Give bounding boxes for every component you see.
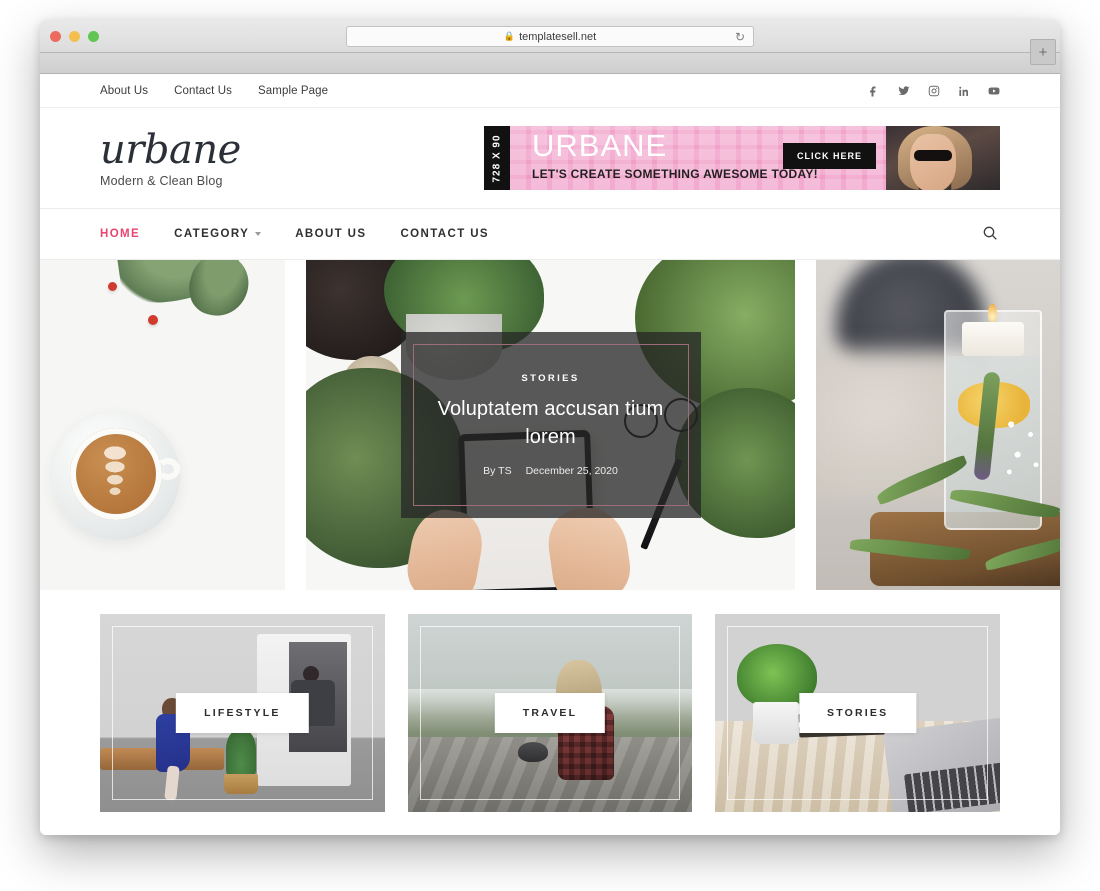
hero-post-date: December 25, 2020 [525, 465, 618, 477]
browser-titlebar: 🔒 templatesell.net ↻ [40, 20, 1060, 53]
hero-overlay[interactable]: STORIES Voluptatem accusan tium lorem By… [400, 332, 701, 518]
hero-post-author: By TS [483, 465, 512, 477]
youtube-icon[interactable] [988, 84, 1000, 97]
ad-size-text: 728 X 90 [491, 133, 503, 183]
window-controls[interactable] [50, 31, 99, 42]
hero-post-meta: By TS December 25, 2020 [483, 465, 618, 477]
main-navigation: HOME CATEGORY ABOUT US CONTACT US [40, 208, 1060, 260]
url-text: templatesell.net [519, 30, 597, 43]
nav-item-home-label: HOME [100, 228, 141, 240]
brand-name: urbane [100, 126, 241, 173]
zoom-window-button[interactable] [88, 31, 99, 42]
floating-candle [961, 322, 1024, 356]
brand-tagline: Modern & Clean Blog [100, 173, 223, 188]
coffee-flatlay-image [40, 260, 285, 590]
hero-image-left[interactable] [40, 260, 285, 590]
basket-pot [224, 774, 258, 794]
topbar-link-contact-us[interactable]: Contact Us [174, 85, 232, 97]
ad-subtitle: LET'S CREATE SOMETHING AWESOME TODAY! [532, 167, 818, 181]
category-badge-travel[interactable]: TRAVEL [494, 693, 606, 733]
ad-cta-button[interactable]: CLICK HERE [782, 143, 876, 169]
person-legs [164, 765, 180, 801]
berry [148, 315, 158, 325]
topbar-links: About Us Contact Us Sample Page [100, 85, 328, 97]
hero-row: STORIES Voluptatem accusan tium lorem By… [40, 260, 1060, 590]
new-tab-button[interactable]: + [1030, 39, 1056, 65]
ad-model-face [910, 134, 956, 190]
category-badge-lifestyle[interactable]: LIFESTYLE [176, 693, 309, 733]
nav-item-about-us-label: ABOUT US [295, 228, 367, 240]
nav-item-home[interactable]: HOME [100, 228, 140, 240]
nav-item-contact-us-label: CONTACT US [400, 228, 489, 240]
hat [517, 742, 548, 762]
topbar-link-about-us[interactable]: About Us [100, 85, 148, 97]
hero-category-label[interactable]: STORIES [521, 373, 579, 384]
category-card-travel[interactable]: TRAVEL [407, 614, 693, 812]
latte-art [92, 446, 138, 504]
sunglasses-icon [914, 150, 952, 161]
site-topbar: About Us Contact Us Sample Page [40, 74, 1060, 108]
search-icon[interactable] [982, 225, 1000, 243]
chevron-down-icon [255, 232, 262, 236]
hero-post-title[interactable]: Voluptatem accusan tium lorem [426, 395, 676, 451]
berry [108, 282, 117, 291]
lock-icon: 🔒 [503, 31, 516, 41]
nav-list: HOME CATEGORY ABOUT US CONTACT US [100, 228, 489, 240]
site-masthead: urbane Modern & Clean Blog 728 X 90 URBA… [40, 108, 1060, 208]
address-bar[interactable]: 🔒 templatesell.net ↻ [346, 26, 754, 47]
hero-image-right[interactable] [815, 260, 1060, 590]
category-card-lifestyle[interactable]: LIFESTYLE [100, 614, 385, 812]
category-row: LIFESTYLE TRAVEL STORIES [100, 614, 1001, 812]
viewport-fade [40, 827, 1060, 835]
page-viewport: About Us Contact Us Sample Page urbane M… [40, 74, 1060, 835]
cactus-plant [226, 730, 256, 778]
instagram-icon[interactable] [928, 84, 940, 97]
rock-ledge [407, 736, 693, 812]
nav-item-about-us[interactable]: ABOUT US [295, 228, 366, 240]
linkedin-icon[interactable] [958, 84, 970, 97]
site-brand[interactable]: urbane Modern & Clean Blog [100, 129, 430, 188]
category-badge-stories[interactable]: STORIES [799, 693, 917, 733]
browser-tabstrip: + [40, 39, 1060, 74]
topbar-link-sample-page[interactable]: Sample Page [258, 85, 328, 97]
reload-icon[interactable]: ↻ [735, 30, 745, 45]
facebook-icon[interactable] [868, 84, 880, 97]
ad-banner[interactable]: 728 X 90 URBANE LET'S CREATE SOMETHING A… [484, 126, 1000, 190]
ad-title: URBANE [532, 128, 668, 163]
close-window-button[interactable] [50, 31, 61, 42]
cup-handle [156, 458, 180, 480]
flame-icon [987, 304, 997, 322]
nav-item-contact-us[interactable]: CONTACT US [400, 228, 489, 240]
white-flowers [1001, 410, 1048, 482]
minimize-window-button[interactable] [69, 31, 80, 42]
ad-body: URBANE LET'S CREATE SOMETHING AWESOME TO… [510, 126, 1000, 190]
candle-vase-image [815, 260, 1060, 590]
category-card-stories[interactable]: STORIES [715, 614, 1001, 812]
pine-branch [183, 260, 255, 323]
ad-model-image [886, 126, 1000, 190]
twitter-icon[interactable] [898, 84, 910, 97]
category-section: LIFESTYLE TRAVEL STORIES [40, 590, 1060, 812]
hero-featured-post[interactable]: STORIES Voluptatem accusan tium lorem By… [305, 260, 795, 590]
browser-window: 🔒 templatesell.net ↻ + About Us Contact … [40, 20, 1060, 835]
nav-item-category[interactable]: CATEGORY [174, 228, 262, 240]
social-links [868, 84, 1000, 97]
nav-item-category-label: CATEGORY [174, 228, 250, 240]
white-pot [753, 702, 800, 744]
ad-size-label: 728 X 90 [484, 126, 510, 190]
